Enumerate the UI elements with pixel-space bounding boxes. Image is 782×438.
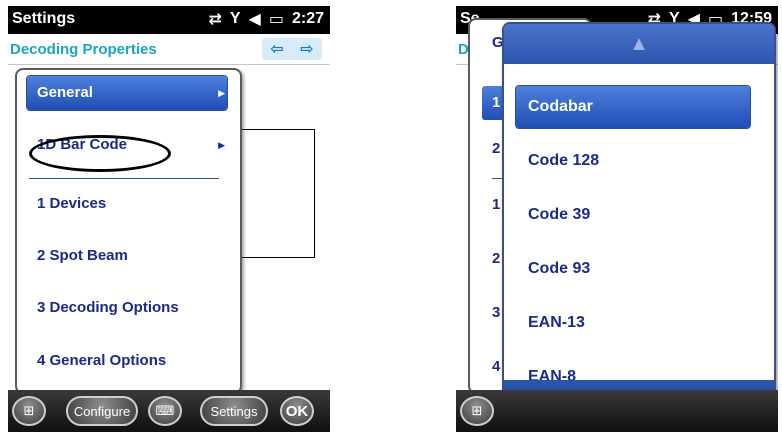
- volume-icon[interactable]: ◀: [249, 9, 261, 29]
- submenu-arrow-icon: ▶: [218, 88, 225, 98]
- taskbar: ⊞ Configure ⌨ Settings OK: [8, 390, 330, 432]
- connection-icon[interactable]: ⇄: [208, 9, 221, 29]
- submenu-arrow-icon: ▶: [218, 140, 225, 150]
- configure-button[interactable]: Configure: [66, 396, 138, 426]
- page-title: Decoding Properties: [10, 41, 157, 58]
- context-menu: General ▶ 1D Bar Code ▶ 1 Devices 2 Spot…: [15, 68, 242, 394]
- menu-item-label: 3 Decoding Options: [37, 299, 179, 316]
- option-codabar[interactable]: Codabar: [516, 86, 750, 128]
- background-menu-item: 2: [492, 140, 501, 157]
- signal-icon[interactable]: Y: [230, 10, 241, 28]
- status-bar: Settings ⇄ Y ◀ ▭ 2:27: [8, 6, 330, 34]
- nav-arrows: ⇦ ⇨: [262, 38, 322, 60]
- background-menu-item: 1: [492, 196, 501, 213]
- forward-arrow-icon[interactable]: ⇨: [300, 39, 313, 59]
- keyboard-button[interactable]: ⌨: [148, 396, 182, 426]
- option-code-93[interactable]: Code 93: [516, 248, 750, 290]
- left-screen: Settings ⇄ Y ◀ ▭ 2:27 Decoding Propertie…: [8, 6, 330, 432]
- windows-start-button[interactable]: ⊞: [460, 396, 494, 426]
- settings-button[interactable]: Settings: [200, 396, 268, 426]
- windows-start-button[interactable]: ⊞: [12, 396, 46, 426]
- right-screen: Se ⇄ Y ◀ ▭ 12:59 D G 1 2 1 2 3 4 ▲ Codab…: [456, 6, 778, 432]
- status-icons: ⇄ Y ◀ ▭ 2:27: [208, 9, 324, 29]
- menu-item-devices[interactable]: 1 Devices: [27, 187, 227, 221]
- battery-icon[interactable]: ▭: [269, 9, 284, 29]
- option-code-39[interactable]: Code 39: [516, 194, 750, 236]
- background-menu-item: 4: [492, 358, 501, 375]
- menu-item-label: 2 Spot Beam: [37, 247, 128, 264]
- windows-start-icon: ⊞: [23, 403, 35, 418]
- menu-item-label: 1D Bar Code: [37, 136, 128, 153]
- menu-item-label: General: [37, 84, 93, 101]
- back-arrow-icon[interactable]: ⇦: [270, 39, 283, 59]
- windows-start-icon: ⊞: [471, 403, 483, 418]
- menu-item-general-options[interactable]: 4 General Options: [27, 344, 227, 378]
- status-time[interactable]: 2:27: [292, 10, 324, 28]
- menu-item-decoding-options[interactable]: 3 Decoding Options: [27, 291, 227, 325]
- page-header: Decoding Properties ⇦ ⇨: [8, 34, 330, 65]
- option-ean-13[interactable]: EAN-13: [516, 302, 750, 344]
- status-title[interactable]: Settings: [12, 10, 75, 28]
- keyboard-icon: ⌨: [155, 403, 175, 418]
- menu-separator: [29, 178, 219, 179]
- menu-item-spot-beam[interactable]: 2 Spot Beam: [27, 239, 227, 273]
- menu-item-label: 4 General Options: [37, 352, 167, 369]
- symbology-picker: ▲ Codabar Code 128 Code 39 Code 93 EAN-1…: [502, 22, 776, 422]
- menu-item-label: 1 Devices: [37, 195, 107, 212]
- menu-item-1d-bar-code[interactable]: 1D Bar Code ▶: [27, 128, 227, 162]
- ok-button[interactable]: OK: [280, 396, 314, 426]
- background-menu-item: 2: [492, 250, 501, 267]
- background-menu-item: 3: [492, 304, 501, 321]
- option-code-128[interactable]: Code 128: [516, 140, 750, 182]
- scroll-up-button[interactable]: ▲: [504, 24, 774, 64]
- menu-item-general[interactable]: General ▶: [27, 76, 227, 110]
- chevron-up-icon: ▲: [629, 32, 649, 55]
- taskbar: ⊞: [456, 390, 778, 432]
